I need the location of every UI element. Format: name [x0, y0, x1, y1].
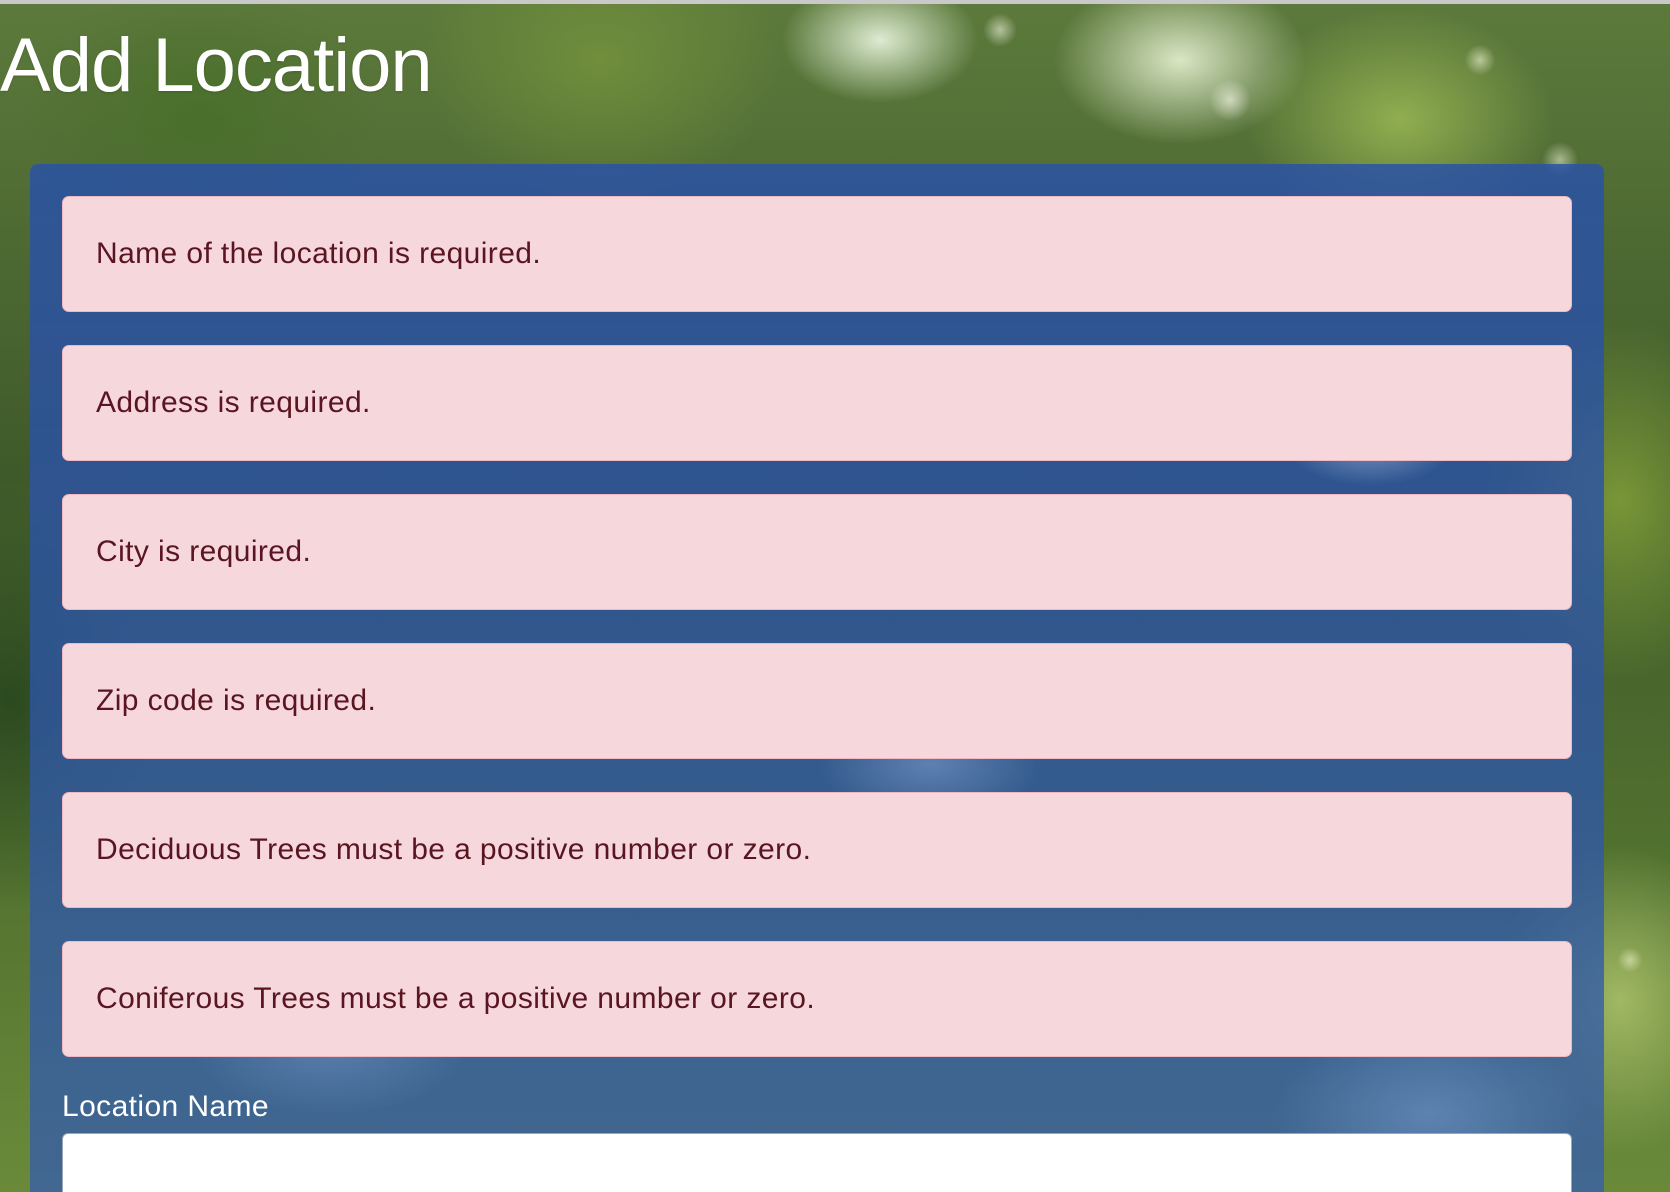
error-alert-deciduous-trees: Deciduous Trees must be a positive numbe…	[62, 792, 1572, 908]
error-alert-name: Name of the location is required.	[62, 196, 1572, 312]
error-alert-zip: Zip code is required.	[62, 643, 1572, 759]
error-alert-coniferous-trees: Coniferous Trees must be a positive numb…	[62, 941, 1572, 1057]
location-name-label: Location Name	[62, 1090, 269, 1123]
location-name-input[interactable]	[62, 1133, 1572, 1192]
add-location-form: Name of the location is required. Addres…	[30, 164, 1604, 1192]
error-alert-city: City is required.	[62, 494, 1572, 610]
error-alert-address: Address is required.	[62, 345, 1572, 461]
browser-top-edge	[0, 0, 1670, 4]
page-title: Add Location	[0, 23, 433, 108]
